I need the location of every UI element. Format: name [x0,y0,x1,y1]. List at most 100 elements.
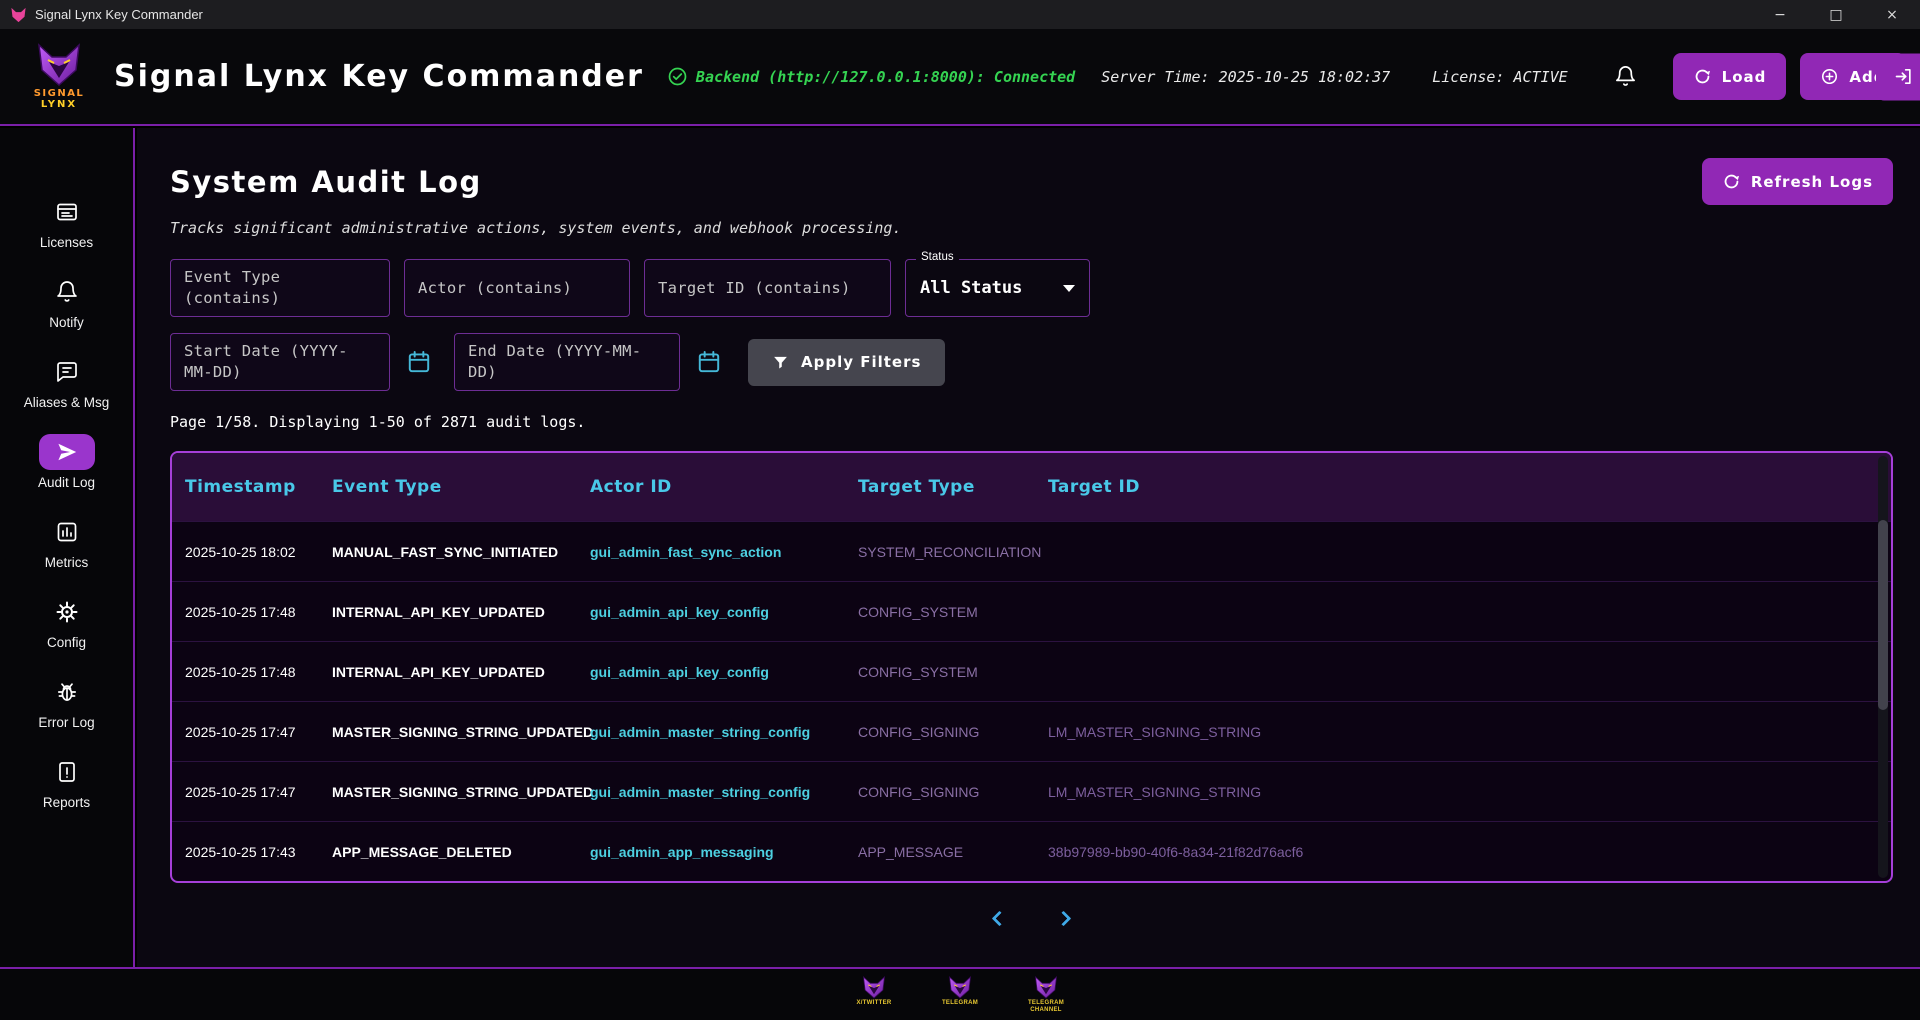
cell-target-type: CONFIG_SIGNING [858,724,1048,740]
target-id-input[interactable]: Target ID (contains) [644,259,891,317]
cell-timestamp: 2025-10-25 17:48 [185,604,332,620]
cell-actor-id: gui_admin_api_key_config [590,604,858,620]
logo-text-signal: SIGNAL [34,88,85,99]
start-date-placeholder: Start Date (YYYY-MM-DD) [184,341,376,383]
apply-filters-label: Apply Filters [801,353,921,371]
load-button[interactable]: Load [1673,53,1787,100]
sidebar-item-config[interactable]: Config [0,594,133,674]
notifications-bell-button[interactable] [1614,65,1637,88]
sidebar-item-label: Licenses [40,235,93,250]
cell-target-type: CONFIG_SIGNING [858,784,1048,800]
bell-icon [55,280,79,304]
start-date-input[interactable]: Start Date (YYYY-MM-DD) [170,333,390,391]
refresh-logs-button[interactable]: Refresh Logs [1702,158,1893,205]
logo-text-lynx: LYNX [41,99,77,110]
page-subtitle: Tracks significant administrative action… [170,219,1893,237]
event-type-input[interactable]: Event Type (contains) [170,259,390,317]
chevron-left-icon [992,910,1008,926]
sidebar-item-audit-log[interactable]: Audit Log [0,434,133,514]
previous-page-button[interactable] [981,901,1015,935]
sidebar-item-metrics[interactable]: Metrics [0,514,133,594]
footer-link-label: X/TWITTER [856,1000,891,1007]
close-button[interactable]: × [1864,0,1920,29]
cell-target-type: SYSTEM_RECONCILIATION [858,544,1048,560]
target-id-placeholder: Target ID (contains) [658,278,851,299]
exit-button[interactable] [1876,53,1920,100]
footer-link-x-twitter[interactable]: X/TWITTER [842,976,906,1007]
cell-event-type: INTERNAL_API_KEY_UPDATED [332,664,590,680]
footer-link-label: TELEGRAM CHANNEL [1014,1000,1078,1014]
backend-status-text: Backend (http://127.0.0.1:8000): Connect… [696,68,1075,86]
license-status: License: ACTIVE [1432,68,1567,86]
status-select[interactable]: Status All Status [905,259,1090,317]
app-title: Signal Lynx Key Commander [114,59,644,94]
window-controls: − □ × [1752,0,1920,29]
lynx-logo-icon [947,976,973,999]
column-header-event-type: Event Type [332,477,590,497]
table-row[interactable]: 2025-10-25 17:48 INTERNAL_API_KEY_UPDATE… [172,641,1891,701]
cell-timestamp: 2025-10-25 17:47 [185,784,332,800]
load-button-label: Load [1722,68,1767,86]
status-selected-value: All Status [920,278,1022,298]
sidebar-item-reports[interactable]: Reports [0,754,133,834]
cell-target-type: CONFIG_SYSTEM [858,664,1048,680]
next-page-button[interactable] [1049,901,1083,935]
status-select-label: Status [916,251,959,263]
start-date-calendar-button[interactable] [406,349,432,375]
footer-link-telegram-channel[interactable]: TELEGRAM CHANNEL [1014,976,1078,1014]
sidebar-item-licenses[interactable]: Licenses [0,194,133,274]
cell-actor-id: gui_admin_master_string_config [590,724,858,740]
audit-log-table: Timestamp Event Type Actor ID Target Typ… [170,451,1893,883]
table-header-row: Timestamp Event Type Actor ID Target Typ… [172,453,1891,521]
actor-input[interactable]: Actor (contains) [404,259,630,317]
apply-filters-button[interactable]: Apply Filters [748,339,945,386]
column-header-target-type: Target Type [858,477,1048,497]
cell-event-type: APP_MESSAGE_DELETED [332,844,590,860]
sidebar-item-label: Notify [49,315,84,330]
table-row[interactable]: 2025-10-25 17:43 APP_MESSAGE_DELETED gui… [172,821,1891,881]
chevron-right-icon [1056,910,1072,926]
cell-actor-id: gui_admin_master_string_config [590,784,858,800]
footer: X/TWITTER TELEGRAM TELEGRAM CHANNEL [0,967,1920,1020]
filters-row-1: Event Type (contains) Actor (contains) T… [170,259,1893,317]
cell-target-id: 38b97989-bb90-40f6-8a34-21f82d76acf6 [1048,844,1891,860]
cell-target-type: CONFIG_SYSTEM [858,604,1048,620]
send-icon [55,440,79,464]
footer-link-telegram[interactable]: TELEGRAM [928,976,992,1007]
chat-icon [55,360,79,384]
cell-actor-id: gui_admin_fast_sync_action [590,544,858,560]
column-header-actor-id: Actor ID [590,477,858,497]
refresh-icon [1722,172,1741,191]
bug-icon [55,680,79,704]
footer-link-label: TELEGRAM [942,1000,978,1007]
cell-target-id: LM_MASTER_SIGNING_STRING [1048,784,1891,800]
maximize-button[interactable]: □ [1808,0,1864,29]
scrollbar-thumb[interactable] [1878,520,1888,710]
table-row[interactable]: 2025-10-25 17:48 INTERNAL_API_KEY_UPDATE… [172,581,1891,641]
cell-event-type: MANUAL_FAST_SYNC_INITIATED [332,544,590,560]
table-scrollbar[interactable] [1878,456,1888,878]
event-type-placeholder: Event Type (contains) [184,267,376,309]
sidebar-item-aliases-msg[interactable]: Aliases & Msg [0,354,133,434]
table-row[interactable]: 2025-10-25 18:02 MANUAL_FAST_SYNC_INITIA… [172,521,1891,581]
end-date-input[interactable]: End Date (YYYY-MM-DD) [454,333,680,391]
cell-timestamp: 2025-10-25 17:48 [185,664,332,680]
minimize-button[interactable]: − [1752,0,1808,29]
window-title: Signal Lynx Key Commander [35,7,203,22]
report-icon [55,760,79,784]
app-header: SIGNAL LYNX Signal Lynx Key Commander Ba… [0,29,1920,126]
sidebar-item-error-log[interactable]: Error Log [0,674,133,754]
table-row[interactable]: 2025-10-25 17:47 MASTER_SIGNING_STRING_U… [172,761,1891,821]
end-date-calendar-button[interactable] [696,349,722,375]
sidebar-item-notify[interactable]: Notify [0,274,133,354]
brand-logo: SIGNAL LYNX [22,43,96,110]
table-row[interactable]: 2025-10-25 17:47 MASTER_SIGNING_STRING_U… [172,701,1891,761]
main-content: System Audit Log Refresh Logs Tracks sig… [137,128,1920,967]
cell-timestamp: 2025-10-25 17:43 [185,844,332,860]
lynx-logo-icon [861,976,887,999]
refresh-icon [1693,67,1712,86]
column-header-target-id: Target ID [1048,477,1891,497]
bell-icon [1614,65,1637,88]
column-header-timestamp: Timestamp [185,477,332,497]
cell-event-type: MASTER_SIGNING_STRING_UPDATED [332,724,590,740]
